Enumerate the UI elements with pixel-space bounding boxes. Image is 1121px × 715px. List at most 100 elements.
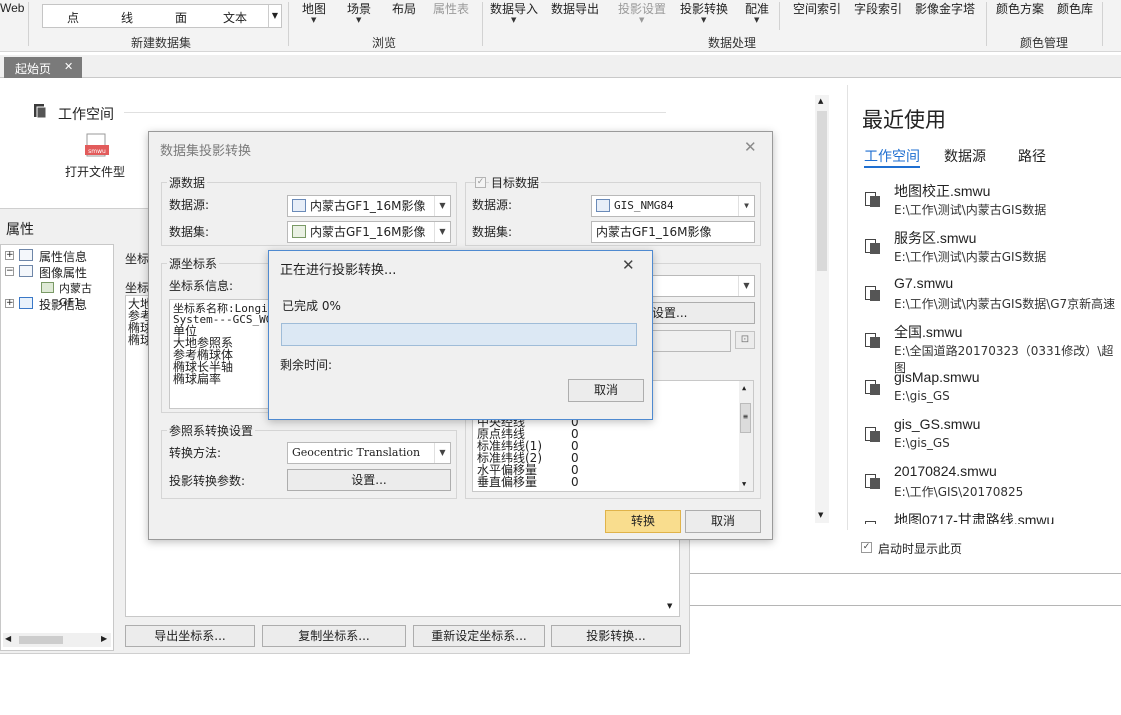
- export-coord-button[interactable]: 导出坐标系...: [125, 625, 255, 647]
- copy-coord-button[interactable]: 复制坐标系...: [262, 625, 406, 647]
- recent-list: 地图校正.smwu E:\工作\测试\内蒙古GIS数据 服务区.smwu E:\工作\…: [862, 181, 1121, 524]
- scroll-thumb[interactable]: [817, 111, 827, 271]
- projection-transform-button[interactable]: 投影转换: [680, 0, 728, 17]
- transform-method-select[interactable]: Geocentric Translation ▼: [287, 442, 451, 464]
- field-index-button[interactable]: 字段索引: [854, 0, 902, 17]
- group-data-process: 数据处理: [708, 36, 757, 50]
- show-on-startup-checkbox[interactable]: ✓: [861, 542, 872, 553]
- scroll-up-icon[interactable]: ▲: [818, 97, 823, 105]
- scene-button[interactable]: 场景: [347, 0, 371, 17]
- expand-icon[interactable]: +: [5, 251, 14, 260]
- new-text-dataset[interactable]: 文本: [223, 9, 247, 26]
- close-icon[interactable]: ✕: [622, 256, 635, 274]
- divider: [124, 112, 666, 113]
- recent-item-name[interactable]: 地图校正.smwu: [894, 181, 990, 201]
- tree-item-image-properties[interactable]: 图像属性: [39, 264, 87, 281]
- tree-horizontal-scrollbar[interactable]: ◀ ▶: [3, 633, 111, 647]
- tree-item-attribute-info[interactable]: 属性信息: [39, 248, 87, 265]
- target-data-checkbox[interactable]: ✓: [475, 177, 486, 188]
- recent-item-name[interactable]: 服务区.smwu: [894, 228, 976, 248]
- recent-item-name[interactable]: 地图0717-甘肃路线.smwu: [894, 510, 1054, 524]
- open-file-label[interactable]: 打开文件型: [65, 163, 125, 180]
- scroll-left-icon[interactable]: ◀: [5, 634, 11, 643]
- chevron-down-icon[interactable]: ▼: [434, 196, 450, 216]
- grid-dataset-icon: [292, 225, 306, 238]
- recent-tab-path[interactable]: 路径: [1018, 146, 1046, 166]
- gallery-expand-icon[interactable]: ▼: [268, 5, 281, 27]
- recent-item-path: E:\工作\测试\内蒙古GIS数据: [894, 250, 1047, 264]
- source-data-legend: 源数据: [167, 174, 208, 191]
- close-icon[interactable]: ✕: [744, 138, 757, 156]
- coord-system-header: 坐标: [125, 252, 150, 266]
- scroll-thumb[interactable]: [19, 636, 63, 644]
- scroll-right-icon[interactable]: ▶: [101, 634, 107, 643]
- map-button[interactable]: 地图: [302, 0, 326, 17]
- chevron-down-icon[interactable]: ▼: [434, 443, 450, 463]
- recent-item[interactable]: 地图0717-甘肃路线.smwu: [862, 510, 1121, 524]
- recent-item-name[interactable]: gis_GS.smwu: [894, 416, 980, 432]
- recent-item[interactable]: 地图校正.smwu E:\工作\测试\内蒙古GIS数据: [862, 181, 1121, 225]
- progress-cancel-button[interactable]: 取消: [568, 379, 644, 402]
- tab-start-page[interactable]: 起始页 ✕: [4, 57, 82, 78]
- browse-icon[interactable]: ⊡: [735, 331, 755, 349]
- image-pyramid-button[interactable]: 影像金字塔: [915, 0, 975, 17]
- divider: [690, 573, 1121, 574]
- color-scheme-button[interactable]: 颜色方案: [996, 0, 1044, 17]
- convert-button[interactable]: 转换: [605, 510, 681, 533]
- target-datasource-select[interactable]: GIS_NMG84 ▼: [591, 195, 755, 217]
- recent-item[interactable]: gisMap.smwu E:\gis_GS: [862, 369, 1121, 413]
- projection-icon: [19, 297, 33, 309]
- close-icon[interactable]: ✕: [64, 60, 73, 73]
- recent-item[interactable]: gis_GS.smwu E:\gis_GS: [862, 416, 1121, 460]
- start-page-scrollbar[interactable]: ▲ ▼: [815, 95, 829, 523]
- data-export-button[interactable]: 数据导出: [551, 0, 599, 17]
- target-datasource-label: 数据源:: [472, 198, 513, 212]
- projection-settings-button[interactable]: 投影设置: [618, 0, 666, 17]
- image-dataset-icon: [41, 282, 54, 293]
- new-region-dataset[interactable]: 面: [175, 9, 187, 26]
- recent-item[interactable]: G7.smwu E:\工作\测试\内蒙古GIS数据\G7京新高速: [862, 275, 1121, 319]
- reset-coord-button[interactable]: 重新设定坐标系...: [413, 625, 545, 647]
- recent-item-name[interactable]: gisMap.smwu: [894, 369, 980, 385]
- params-scrollbar[interactable]: ▲ ≡ ▼: [739, 381, 753, 491]
- cancel-button[interactable]: 取消: [685, 510, 761, 533]
- tree-item-projection-info[interactable]: 投影信息: [39, 296, 87, 313]
- scroll-down-icon[interactable]: ▼: [818, 511, 823, 519]
- projection-transform-panel-button[interactable]: 投影转换...: [551, 625, 681, 647]
- recent-tab-datasource[interactable]: 数据源: [944, 146, 986, 166]
- workspace-file-icon: [865, 239, 881, 255]
- color-library-button[interactable]: 颜色库: [1057, 0, 1093, 17]
- web-label[interactable]: Web: [0, 1, 24, 15]
- collapse-icon[interactable]: −: [5, 267, 14, 276]
- data-import-button[interactable]: 数据导入: [490, 0, 538, 17]
- new-line-dataset[interactable]: 线: [121, 9, 133, 26]
- recent-item-name[interactable]: 20170824.smwu: [894, 463, 997, 479]
- scroll-down-icon[interactable]: ▼: [667, 602, 672, 610]
- registration-button[interactable]: 配准: [745, 0, 769, 17]
- new-point-dataset[interactable]: 点: [67, 9, 79, 26]
- chevron-down-icon: ▼: [701, 16, 707, 24]
- open-file-icon[interactable]: smwu: [84, 133, 110, 159]
- scroll-down-icon[interactable]: ▼: [742, 479, 746, 490]
- recent-item-name[interactable]: G7.smwu: [894, 275, 953, 291]
- recent-item[interactable]: 20170824.smwu E:\工作\GIS\20170825: [862, 463, 1121, 507]
- chevron-down-icon[interactable]: ▼: [738, 196, 754, 216]
- recent-item[interactable]: 服务区.smwu E:\工作\测试\内蒙古GIS数据: [862, 228, 1121, 272]
- recent-item-name[interactable]: 全国.smwu: [894, 322, 962, 342]
- chevron-down-icon[interactable]: ▼: [738, 276, 754, 296]
- layout-button[interactable]: 布局: [392, 0, 416, 17]
- target-dataset-input[interactable]: 内蒙古GF1_16M影像: [591, 221, 755, 243]
- workspace-file-icon: [865, 380, 881, 396]
- chevron-down-icon[interactable]: ▼: [434, 222, 450, 242]
- recent-tab-workspace[interactable]: 工作空间: [864, 146, 920, 166]
- scroll-up-icon[interactable]: ▲: [742, 383, 746, 394]
- source-datasource-select[interactable]: 内蒙古GF1_16M影像 ▼: [287, 195, 451, 217]
- expand-icon[interactable]: +: [5, 299, 14, 308]
- recent-item-path: E:\工作\测试\内蒙古GIS数据\G7京新高速: [894, 297, 1116, 311]
- recent-item[interactable]: 全国.smwu E:\全国道路20170323（0331修改）\超图: [862, 322, 1121, 375]
- spatial-index-button[interactable]: 空间索引: [793, 0, 841, 17]
- source-dataset-select[interactable]: 内蒙古GF1_16M影像 ▼: [287, 221, 451, 243]
- scroll-thumb[interactable]: ≡: [740, 403, 751, 433]
- transform-params-button[interactable]: 设置...: [287, 469, 451, 491]
- attribute-table-button[interactable]: 属性表: [433, 0, 469, 17]
